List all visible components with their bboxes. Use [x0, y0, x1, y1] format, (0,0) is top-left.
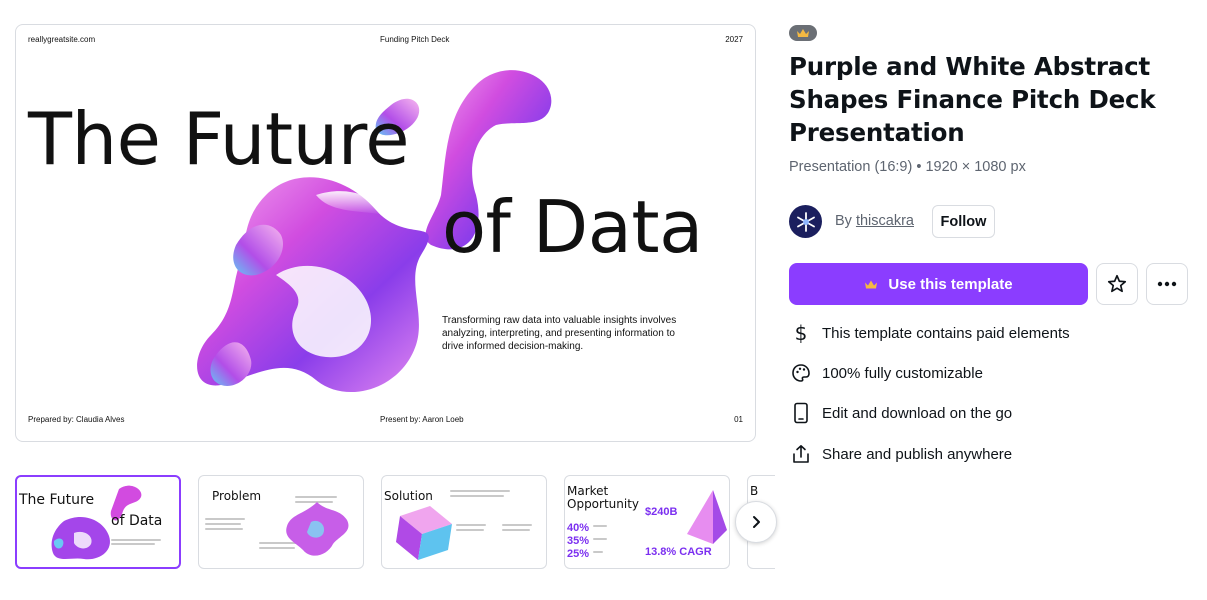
thumb-shape-image	[286, 502, 349, 556]
more-options-button[interactable]	[1146, 263, 1188, 305]
thumb-percent: 40%	[567, 522, 590, 534]
thumb-title-line2: of Data	[111, 513, 163, 529]
slide-tagline: Transforming raw data into valuable insi…	[442, 315, 677, 352]
feature-label: 100% fully customizable	[822, 364, 983, 382]
share-icon	[789, 442, 813, 466]
use-template-label: Use this template	[888, 275, 1013, 293]
thumb-cagr: 13.8% CAGR	[645, 546, 712, 558]
slide-year: 2027	[725, 35, 743, 44]
svg-text:$: $	[795, 322, 808, 344]
thumbnail-page-3[interactable]: Solution	[381, 475, 547, 569]
thumb-text-line	[456, 524, 486, 526]
feature-item-paid: $ This template contains paid elements	[789, 321, 1189, 345]
favorite-button[interactable]	[1096, 263, 1138, 305]
feature-label: This template contains paid elements	[822, 324, 1070, 342]
thumb-text-line	[593, 525, 607, 527]
slide-headline-line1: The Future	[28, 97, 410, 181]
feature-item-mobile: Edit and download on the go	[789, 401, 1189, 425]
mobile-icon	[789, 401, 813, 425]
thumb-title-line1: The Future	[19, 492, 95, 508]
thumb-text-line	[456, 529, 484, 531]
use-template-button[interactable]: Use this template	[789, 263, 1088, 305]
thumb-text-line	[111, 543, 155, 545]
thumb-text-line	[450, 495, 504, 497]
slide-footer: Prepared by: Claudia Alves Present by: A…	[28, 415, 743, 427]
thumb-text-line	[593, 538, 607, 540]
by-prefix: By	[835, 213, 852, 229]
thumbnail-page-2[interactable]: Problem	[198, 475, 364, 569]
next-thumbnails-button[interactable]	[735, 501, 777, 543]
star-icon	[1107, 274, 1127, 293]
thumb-percent: 35%	[567, 535, 590, 547]
thumb-text-line	[450, 490, 510, 492]
feature-label: Edit and download on the go	[822, 404, 1013, 422]
slide-site: reallygreatsite.com	[28, 35, 96, 44]
feature-item-share: Share and publish anywhere	[789, 442, 1189, 466]
slide-present-by: Present by: Aaron Loeb	[380, 415, 464, 424]
dollar-icon: $	[789, 321, 813, 345]
slide-prepared-by: Prepared by: Claudia Alves	[28, 415, 125, 424]
thumb-big-value: $240B	[645, 506, 678, 518]
crown-icon	[797, 29, 809, 37]
thumb-text-line	[205, 523, 241, 525]
thumb-title: Market Opportunity	[567, 484, 640, 511]
thumb-text-line	[502, 524, 532, 526]
chevron-right-icon	[753, 516, 760, 528]
crown-icon	[865, 280, 878, 288]
more-dots-icon	[1157, 281, 1177, 287]
thumb-text-line	[502, 529, 530, 531]
feature-label: Share and publish anywhere	[822, 445, 1013, 463]
feature-item-customizable: 100% fully customizable	[789, 361, 1189, 385]
template-preview[interactable]: reallygreatsite.com Funding Pitch Deck 2…	[15, 24, 756, 442]
palette-icon	[789, 361, 813, 385]
thumb-title: B	[750, 484, 759, 498]
template-meta: Presentation (16:9) • 1920 × 1080 px	[789, 159, 1026, 175]
author-avatar[interactable]	[789, 205, 822, 238]
slide-deck-label: Funding Pitch Deck	[380, 35, 450, 44]
thumbnail-page-1[interactable]: The Future of Data	[15, 475, 181, 569]
thumb-text-line	[111, 539, 161, 541]
thumb-title: Problem	[212, 489, 262, 503]
thumb-percent: 25%	[567, 548, 590, 560]
thumbnail-page-4[interactable]: Market Opportunity 40% 35% 25% $240B 13.…	[564, 475, 730, 569]
thumb-pyramid-image	[687, 490, 727, 544]
follow-button[interactable]: Follow	[932, 205, 995, 238]
template-title: Purple and White Abstract Shapes Finance…	[789, 52, 1156, 147]
author-link[interactable]: thiscakra	[856, 213, 914, 229]
author-line: By thiscakra	[835, 213, 914, 229]
thumb-text-line	[205, 518, 245, 520]
slide-headline-line2: of Data	[442, 185, 703, 269]
page-thumbnails: The Future of Data Problem Solution Mark…	[15, 475, 775, 571]
snowflake-logo-icon	[796, 211, 815, 232]
slide-page-number: 01	[734, 415, 743, 424]
pro-crown-badge	[789, 25, 817, 41]
thumb-text-line	[593, 551, 603, 553]
thumb-text-line	[205, 528, 243, 530]
thumb-cube-image	[396, 506, 452, 560]
